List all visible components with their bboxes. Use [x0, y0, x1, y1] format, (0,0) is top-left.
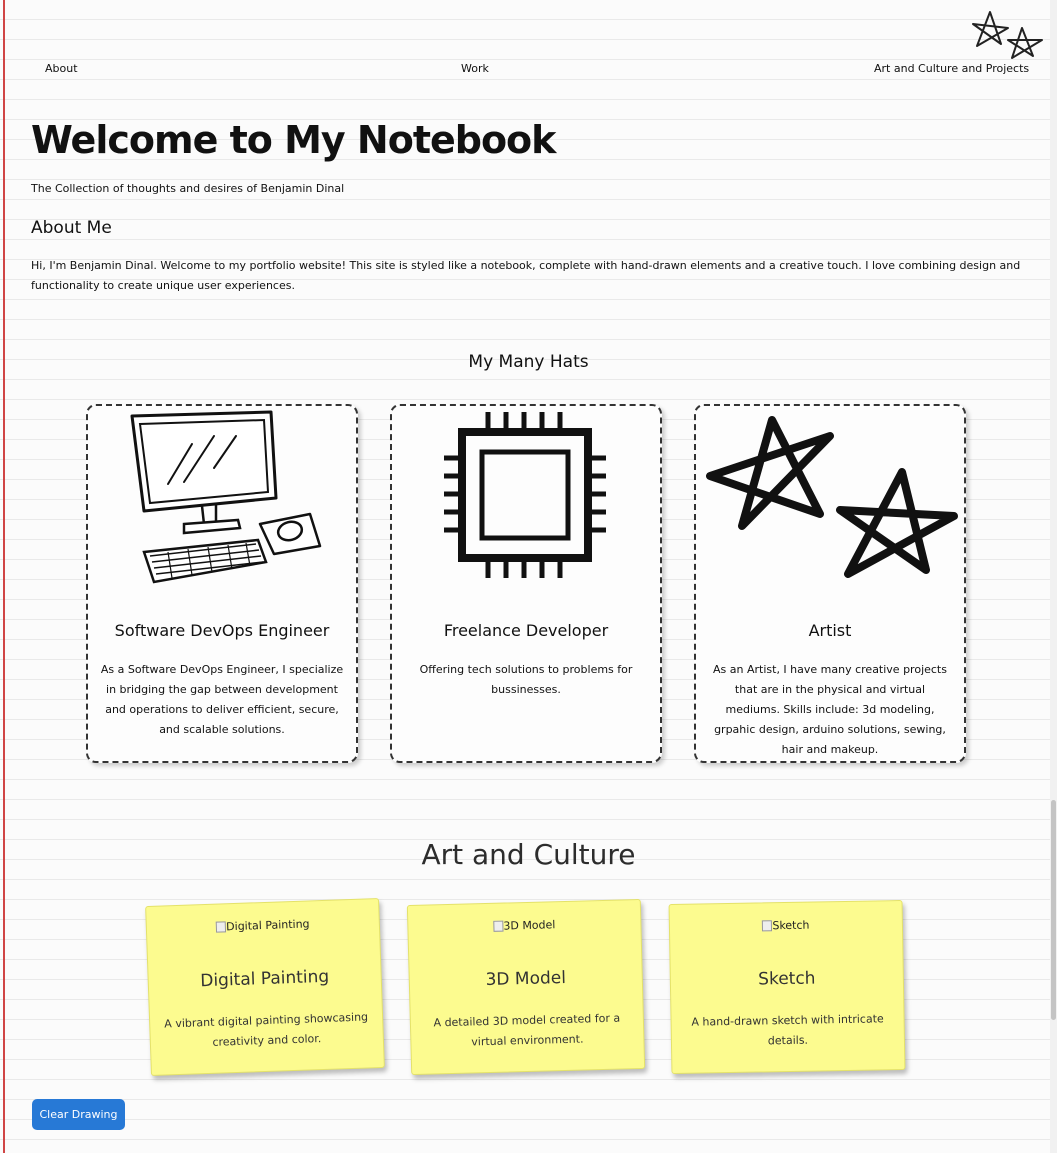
chip-icon [444, 412, 606, 578]
hat-title: Freelance Developer [443, 621, 609, 640]
art-image-alt: 3D Model [503, 918, 556, 933]
hat-description: As an Artist, I have many creative proje… [713, 663, 947, 756]
hat-description: As a Software DevOps Engineer, I special… [100, 663, 344, 736]
art-title: 3D Model [485, 967, 567, 991]
art-image-alt: Digital Painting [225, 917, 310, 934]
hats-heading: My Many Hats [468, 352, 589, 372]
nav-link-about[interactable]: About [45, 62, 78, 75]
art-image-alt: Sketch [772, 918, 810, 933]
hat-card-devops: Software DevOps Engineer As a Software D… [86, 404, 358, 763]
art-card-digital-painting[interactable]: Digital Painting Digital Painting A vibr… [145, 897, 385, 1077]
page-title: Welcome to My Notebook [31, 118, 556, 162]
nav-link-work[interactable]: Work [461, 62, 489, 75]
hat-title: Artist [808, 621, 852, 640]
notebook-margin-line [3, 0, 5, 1153]
hat-title: Software DevOps Engineer [114, 621, 330, 640]
about-text: Hi, I'm Benjamin Dinal. Welcome to my po… [31, 259, 1021, 292]
art-title: Digital Painting [199, 966, 330, 992]
hat-card-freelance: Freelance Developer Offering tech soluti… [390, 404, 662, 763]
art-description: A hand-drawn sketch with intricate detai… [691, 1012, 884, 1048]
art-culture-heading: Art and Culture [421, 838, 636, 871]
broken-image-icon [493, 920, 504, 932]
computer-icon [130, 410, 322, 584]
art-card-sketch[interactable]: Sketch Sketch A hand-drawn sketch with i… [668, 899, 906, 1075]
art-image: Sketch [670, 917, 902, 934]
hat-card-artist: Artist As an Artist, I have many creativ… [694, 404, 966, 763]
hat-description: Offering tech solutions to problems for … [419, 663, 633, 696]
clear-drawing-button[interactable]: Clear Drawing [32, 1099, 125, 1130]
page-subtitle: The Collection of thoughts and desires o… [31, 182, 345, 195]
art-title: Sketch [758, 968, 816, 990]
stars-doodle-icon [972, 11, 1043, 59]
art-description: A vibrant digital painting showcasing cr… [164, 1010, 369, 1049]
art-image: Digital Painting [147, 915, 379, 936]
about-heading: About Me [31, 218, 112, 238]
stars-icon [706, 416, 958, 578]
art-image: 3D Model [408, 916, 640, 935]
scrollbar[interactable] [1050, 0, 1057, 1153]
top-navigation: About Work Art and Culture and Projects [0, 62, 1057, 80]
nav-link-art-culture-projects[interactable]: Art and Culture and Projects [874, 62, 1029, 75]
scrollbar-thumb[interactable] [1051, 800, 1056, 1020]
art-description: A detailed 3D model created for a virtua… [433, 1011, 621, 1049]
art-card-3d-model[interactable]: 3D Model 3D Model A detailed 3D model cr… [406, 898, 646, 1076]
